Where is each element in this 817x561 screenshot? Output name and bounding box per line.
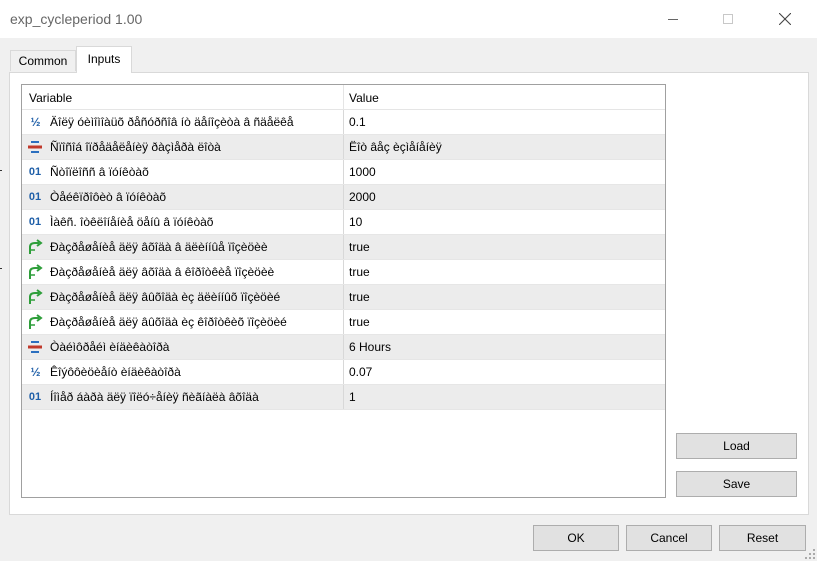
column-divider <box>343 185 344 209</box>
parameter-name: Ñòîïëîññ â ïóíêòàõ <box>50 165 149 179</box>
parameters-grid[interactable]: Variable Value ½ Äîëÿ óèìîìîàüõ ðåñóðñîâ … <box>21 84 666 498</box>
parameter-value[interactable]: 6 Hours <box>349 335 391 359</box>
boolean-icon <box>26 263 44 281</box>
table-row[interactable]: 01 Íîìåð áàðà äëÿ ïîëó÷åíèÿ ñèãíàëà âõîäà… <box>22 385 665 410</box>
column-divider <box>343 85 344 109</box>
save-button[interactable]: Save <box>676 471 797 497</box>
boolean-icon <box>26 238 44 256</box>
boolean-icon <box>26 313 44 331</box>
fraction-icon: ½ <box>30 365 40 379</box>
parameter-value[interactable]: 10 <box>349 210 362 234</box>
cancel-button[interactable]: Cancel <box>626 525 712 551</box>
parameter-name: Ðàçðåøåíèå äëÿ âõîäà â êîðîòêèå ïîçèöèè <box>50 265 275 279</box>
parameter-name: Òåéêïðîôèò â ïóíêòàõ <box>50 190 167 204</box>
column-header-variable[interactable]: Variable <box>29 85 72 109</box>
minimize-button[interactable] <box>650 0 696 38</box>
table-row[interactable]: 01 Ñòîïëîññ â ïóíêòàõ 1000 <box>22 160 665 185</box>
column-divider <box>343 310 344 334</box>
table-row[interactable]: Ðàçðåøåíèå äëÿ âõîäà â äëèííûå ïîçèöèè tr… <box>22 235 665 260</box>
table-row[interactable]: Ðàçðåøåíèå äëÿ âûõîäà èç êîðîòêèõ ïîçèöè… <box>22 310 665 335</box>
parameter-name: Ìàêñ. îòêëîíåíèå öåíû â ïóíêòàõ <box>50 215 214 229</box>
minimize-icon <box>668 19 678 20</box>
parameter-value[interactable]: true <box>349 310 370 334</box>
table-row[interactable]: 01 Ìàêñ. îòêëîíåíèå öåíû â ïóíêòàõ 10 <box>22 210 665 235</box>
table-row[interactable]: Ñïîñîá îïðåäåëåíèÿ ðàçìåðà ëîòà Ëîò âåç è… <box>22 135 665 160</box>
parameter-value[interactable]: 0.07 <box>349 360 372 384</box>
edge-mark <box>0 170 2 171</box>
parameter-name: Êîýôôèöèåíò èíäèêàòîðà <box>50 365 181 379</box>
column-divider <box>343 335 344 359</box>
parameter-name: Ðàçðåøåíèå äëÿ âûõîäà èç äëèííûõ ïîçèöèé <box>50 290 281 304</box>
edge-mark <box>0 268 2 269</box>
parameter-value[interactable]: 1000 <box>349 160 376 184</box>
integer-icon: 01 <box>28 391 42 403</box>
maximize-icon <box>723 14 733 24</box>
grid-header: Variable Value <box>22 85 665 110</box>
parameter-name: Äîëÿ óèìîìîàüõ ðåñóðñîâ íò äåíîçèòà â ñä… <box>50 115 294 129</box>
close-button[interactable] <box>762 0 808 38</box>
integer-icon: 01 <box>28 166 42 178</box>
parameter-name: Ñïîñîá îïðåäåëåíèÿ ðàçìåðà ëîòà <box>50 140 221 154</box>
parameter-value[interactable]: true <box>349 285 370 309</box>
maximize-button[interactable] <box>705 0 751 38</box>
tab-common[interactable]: Common <box>10 50 76 71</box>
parameter-name: Ðàçðåøåíèå äëÿ âõîäà â äëèííûå ïîçèöèè <box>50 240 268 254</box>
table-row[interactable]: Ðàçðåøåíèå äëÿ âõîäà â êîðîòêèå ïîçèöèè t… <box>22 260 665 285</box>
resize-grip-icon[interactable] <box>805 549 815 559</box>
boolean-icon <box>26 288 44 306</box>
table-row[interactable]: 01 Òåéêïðîôèò â ïóíêòàõ 2000 <box>22 185 665 210</box>
tab-inputs[interactable]: Inputs <box>76 46 132 73</box>
column-divider <box>343 360 344 384</box>
column-divider <box>343 235 344 259</box>
parameter-value[interactable]: 0.1 <box>349 110 366 134</box>
column-divider <box>343 210 344 234</box>
column-divider <box>343 260 344 284</box>
parameter-name: Òàéìôðåéì èíäèêàòîðà <box>50 340 170 354</box>
parameter-value[interactable]: true <box>349 235 370 259</box>
parameter-value[interactable]: 2000 <box>349 185 376 209</box>
close-icon <box>779 13 791 25</box>
table-row[interactable]: ½ Êîýôôèöèåíò èíäèêàòîðà 0.07 <box>22 360 665 385</box>
table-row[interactable]: Òàéìôðåéì èíäèêàòîðà 6 Hours <box>22 335 665 360</box>
column-divider <box>343 160 344 184</box>
title-bar: exp_cycleperiod 1.00 <box>0 0 817 38</box>
enum-icon <box>26 138 44 156</box>
fraction-icon: ½ <box>30 115 40 129</box>
parameter-name: Ðàçðåøåíèå äëÿ âûõîäà èç êîðîòêèõ ïîçèöè… <box>50 315 287 329</box>
integer-icon: 01 <box>28 191 42 203</box>
parameter-name: Íîìåð áàðà äëÿ ïîëó÷åíèÿ ñèãíàëà âõîäà <box>50 390 259 404</box>
column-divider <box>343 135 344 159</box>
table-row[interactable]: ½ Äîëÿ óèìîìîàüõ ðåñóðñîâ íò äåíîçèòà â ñ… <box>22 110 665 135</box>
integer-icon: 01 <box>28 216 42 228</box>
column-divider <box>343 385 344 409</box>
parameter-value[interactable]: Ëîò âåç èçìåíåíèÿ <box>349 135 442 159</box>
reset-button[interactable]: Reset <box>719 525 806 551</box>
parameter-value[interactable]: true <box>349 260 370 284</box>
table-row[interactable]: Ðàçðåøåíèå äëÿ âûõîäà èç äëèííûõ ïîçèöèé… <box>22 285 665 310</box>
column-header-value[interactable]: Value <box>349 85 379 109</box>
column-divider <box>343 110 344 134</box>
window-title: exp_cycleperiod 1.00 <box>10 11 143 27</box>
parameter-value[interactable]: 1 <box>349 385 356 409</box>
load-button[interactable]: Load <box>676 433 797 459</box>
enum-icon <box>26 338 44 356</box>
ok-button[interactable]: OK <box>533 525 619 551</box>
column-divider <box>343 285 344 309</box>
